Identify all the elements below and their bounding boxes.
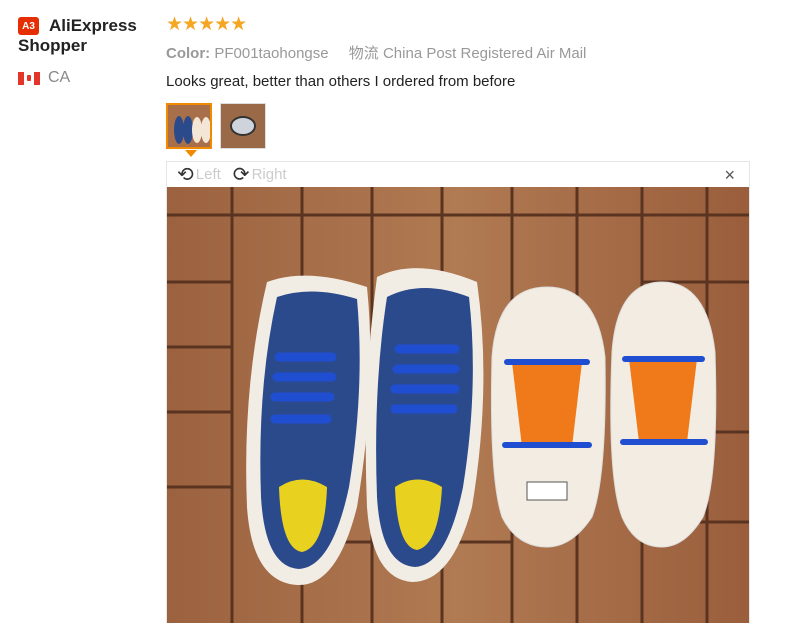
rotate-left-label: Left	[195, 166, 221, 183]
color-label: Color:	[166, 45, 211, 62]
rotate-right-label: Right	[251, 166, 287, 183]
review-photo	[167, 187, 749, 623]
review-meta: Color: PF001taohongse 物流 China Post Regi…	[166, 42, 766, 63]
reviewer-name-line2: Shopper	[18, 36, 87, 55]
reviewer-info: A3 AliExpress Shopper CA	[18, 16, 158, 87]
rotate-right-button[interactable]: ⟳ Right	[233, 165, 287, 185]
close-icon[interactable]: ×	[724, 165, 735, 186]
lace-package-right	[610, 281, 717, 548]
review-comment: Looks great, better than others I ordere…	[166, 73, 516, 90]
thumbnail-laces-photo[interactable]	[220, 103, 266, 149]
reviewer-name: AliExpress	[49, 16, 137, 35]
review-thumbnails	[166, 103, 274, 149]
color-value: PF001taohongse	[214, 45, 329, 62]
avatar: A3	[18, 17, 39, 35]
country-label: CA	[48, 69, 71, 86]
reviewer-country: CA	[18, 69, 158, 87]
review-content: ★★★★★ Color: PF001taohongse 物流 China Pos…	[166, 14, 766, 90]
shipping-label: 物流	[348, 45, 379, 62]
image-viewer: ⟲ Left ⟳ Right ×	[166, 161, 750, 623]
rotate-left-button[interactable]: ⟲ Left	[177, 165, 221, 185]
canada-flag-icon	[18, 71, 40, 85]
viewer-toolbar: ⟲ Left ⟳ Right ×	[167, 162, 749, 187]
rating-stars: ★★★★★	[166, 14, 247, 35]
shipping-value: China Post Registered Air Mail	[382, 45, 587, 62]
active-thumbnail-caret	[185, 150, 197, 157]
thumbnail-shoes-photo[interactable]	[166, 103, 212, 149]
lace-package-left	[490, 286, 606, 548]
rotate-left-icon: ⟲	[177, 163, 194, 186]
rotate-right-icon: ⟳	[232, 163, 250, 186]
